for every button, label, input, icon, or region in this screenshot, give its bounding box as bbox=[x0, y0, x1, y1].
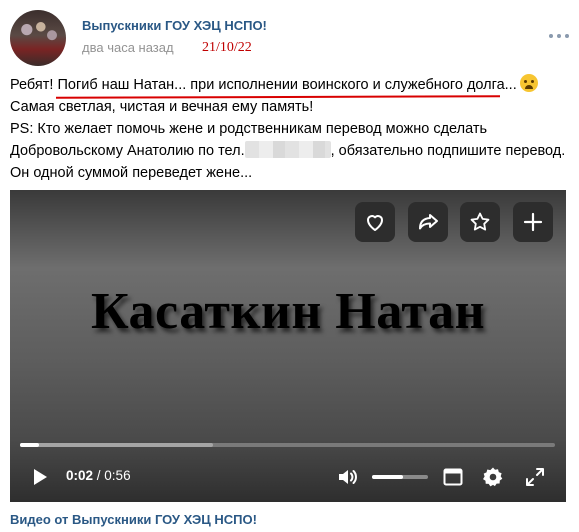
plus-icon bbox=[523, 212, 543, 232]
progress-buffered bbox=[20, 443, 213, 447]
video-frame-title: Касаткин Натан bbox=[90, 283, 486, 340]
share-video-button[interactable] bbox=[408, 202, 448, 242]
heart-icon bbox=[367, 215, 383, 231]
volume-level bbox=[372, 475, 403, 479]
fullscreen-icon bbox=[526, 468, 544, 486]
post-header: Выпускники ГОУ ХЭЦ НСПО! два часа назад … bbox=[10, 10, 569, 66]
star-icon bbox=[470, 212, 490, 231]
video-time: 0:02 / 0:56 bbox=[66, 468, 131, 483]
post-timestamp[interactable]: два часа назад bbox=[82, 40, 174, 55]
post-text-line-1: Ребят! Погиб наш Натан... при исполнении… bbox=[10, 77, 517, 93]
avatar[interactable] bbox=[10, 10, 66, 66]
volume-slider[interactable] bbox=[372, 475, 428, 479]
favorite-video-button[interactable] bbox=[460, 202, 500, 242]
video-player[interactable]: Касаткин Натан 0:02 / 0:56 bbox=[10, 190, 566, 502]
mute-button[interactable] bbox=[335, 464, 361, 490]
video-progress-bar[interactable] bbox=[20, 443, 555, 447]
duration: 0:56 bbox=[104, 468, 131, 483]
more-options-icon[interactable] bbox=[549, 34, 569, 40]
video-controls: 0:02 / 0:56 bbox=[10, 458, 566, 494]
post-text-line-3: PS: Кто желает помочь жене и родственник… bbox=[10, 121, 488, 137]
redacted-phone-number bbox=[244, 141, 331, 158]
window-icon bbox=[443, 468, 463, 486]
settings-button[interactable] bbox=[480, 464, 506, 490]
post-text-line-4-end: , обязательно подпишите перевод. bbox=[330, 143, 566, 159]
current-time: 0:02 bbox=[66, 468, 94, 483]
post-text-line-2: Самая светлая, чистая и вечная ему памят… bbox=[10, 99, 314, 115]
post-text-line: Ребят! Погиб наш Натан... при исполнении… bbox=[10, 74, 569, 96]
play-button[interactable] bbox=[26, 464, 52, 490]
play-icon bbox=[34, 469, 47, 485]
handwritten-date-annotation: 21/10/22 bbox=[202, 40, 252, 55]
like-video-button[interactable] bbox=[355, 202, 395, 242]
volume-icon bbox=[339, 470, 357, 484]
post-text: Ребят! Погиб наш Натан... при исполнении… bbox=[10, 74, 569, 184]
post-author-link[interactable]: Выпускники ГОУ ХЭЦ НСПО! bbox=[82, 18, 267, 33]
post-text-line: Добровольскому Анатолию по тел. , обязате… bbox=[10, 140, 569, 162]
share-icon bbox=[419, 214, 438, 230]
progress-played bbox=[20, 443, 40, 447]
post-text-line-5: Он одной суммой переведет жене... bbox=[10, 165, 253, 181]
video-source-link[interactable]: Видео от Выпускники ГОУ ХЭЦ НСПО! bbox=[10, 512, 257, 527]
fullscreen-button[interactable] bbox=[522, 464, 548, 490]
add-video-button[interactable] bbox=[513, 202, 553, 242]
time-separator: / bbox=[93, 468, 105, 483]
crying-face-emoji-icon bbox=[519, 74, 538, 92]
miniplayer-button[interactable] bbox=[440, 464, 466, 490]
gear-icon bbox=[483, 467, 503, 487]
post-text-line-4: Добровольскому Анатолию по тел. bbox=[10, 143, 245, 159]
